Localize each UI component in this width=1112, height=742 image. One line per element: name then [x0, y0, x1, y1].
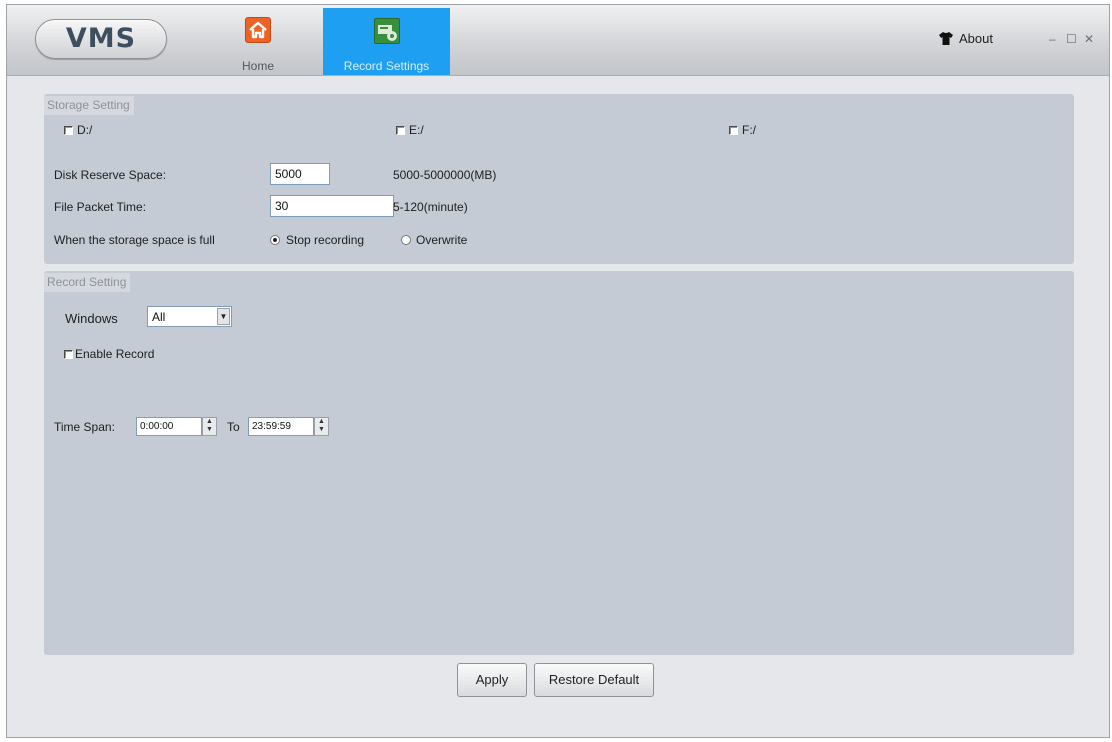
tab-home[interactable]: Home [227, 7, 289, 75]
windows-select[interactable]: All ▼ [147, 306, 232, 327]
spin-up-icon[interactable]: ▲ [203, 418, 216, 426]
storage-setting-panel: Storage Setting D:/ E:/ F:/ Disk Reserve… [44, 94, 1074, 264]
packet-time-label: File Packet Time: [54, 200, 147, 214]
time-start-input[interactable]: 0:00:00 [136, 417, 202, 436]
home-icon [245, 17, 271, 43]
disk-reserve-range: 5000-5000000(MB) [393, 168, 497, 182]
spin-up-icon[interactable]: ▲ [315, 418, 328, 426]
time-span-label: Time Span: [54, 420, 115, 434]
time-end-spinner[interactable]: ▲ ▼ [314, 417, 329, 436]
overwrite-radio[interactable] [401, 235, 411, 245]
restore-default-button[interactable]: Restore Default [534, 663, 654, 697]
disk-reserve-label: Disk Reserve Space: [54, 168, 167, 182]
record-setting-panel: Record Setting Windows All ▼ Enable Reco… [44, 271, 1074, 655]
app-logo: VMS [35, 19, 167, 59]
drive-f-label: F:/ [742, 123, 756, 137]
record-setting-title: Record Setting [44, 273, 131, 292]
drive-e-checkbox[interactable] [396, 126, 405, 135]
stop-recording-radio[interactable] [270, 235, 280, 245]
apply-button[interactable]: Apply [457, 663, 527, 697]
spin-down-icon[interactable]: ▼ [203, 426, 216, 434]
enable-record-checkbox[interactable] [64, 350, 73, 359]
windows-select-value: All [152, 310, 166, 324]
disk-reserve-input[interactable] [270, 163, 330, 185]
packet-time-range: 5-120(minute) [393, 200, 468, 214]
tab-home-label: Home [241, 59, 274, 73]
about-label: About [959, 31, 993, 46]
spin-down-icon[interactable]: ▼ [315, 426, 328, 434]
time-end-input[interactable]: 23:59:59 [248, 417, 314, 436]
maximize-button[interactable]: ☐ [1066, 32, 1077, 46]
overwrite-label: Overwrite [416, 233, 468, 247]
storage-full-label: When the storage space is full [54, 233, 215, 247]
drive-d-checkbox[interactable] [64, 126, 73, 135]
close-button[interactable]: ✕ [1084, 32, 1094, 46]
chevron-down-icon[interactable]: ▼ [217, 308, 230, 325]
to-label: To [227, 420, 240, 434]
drive-e-label: E:/ [409, 123, 424, 137]
packet-time-input[interactable] [270, 195, 394, 217]
time-start-spinner[interactable]: ▲ ▼ [202, 417, 217, 436]
windows-label: Windows [65, 311, 118, 326]
drive-f-checkbox[interactable] [729, 126, 738, 135]
tab-record-settings[interactable]: Record Settings [323, 8, 450, 75]
enable-record-label: Enable Record [75, 347, 155, 361]
stop-recording-label: Stop recording [286, 233, 365, 247]
vms-window: VMS Home Record Settings About – ☐ ✕ Sto… [6, 4, 1110, 738]
tab-record-settings-label: Record Settings [343, 59, 430, 73]
drive-d-label: D:/ [77, 123, 93, 137]
tshirt-icon [939, 32, 953, 45]
about-link[interactable]: About [939, 31, 993, 46]
title-bar: VMS Home Record Settings About – ☐ ✕ [7, 5, 1109, 76]
record-settings-icon [373, 18, 400, 44]
minimize-button[interactable]: – [1049, 32, 1056, 46]
storage-setting-title: Storage Setting [44, 96, 134, 115]
